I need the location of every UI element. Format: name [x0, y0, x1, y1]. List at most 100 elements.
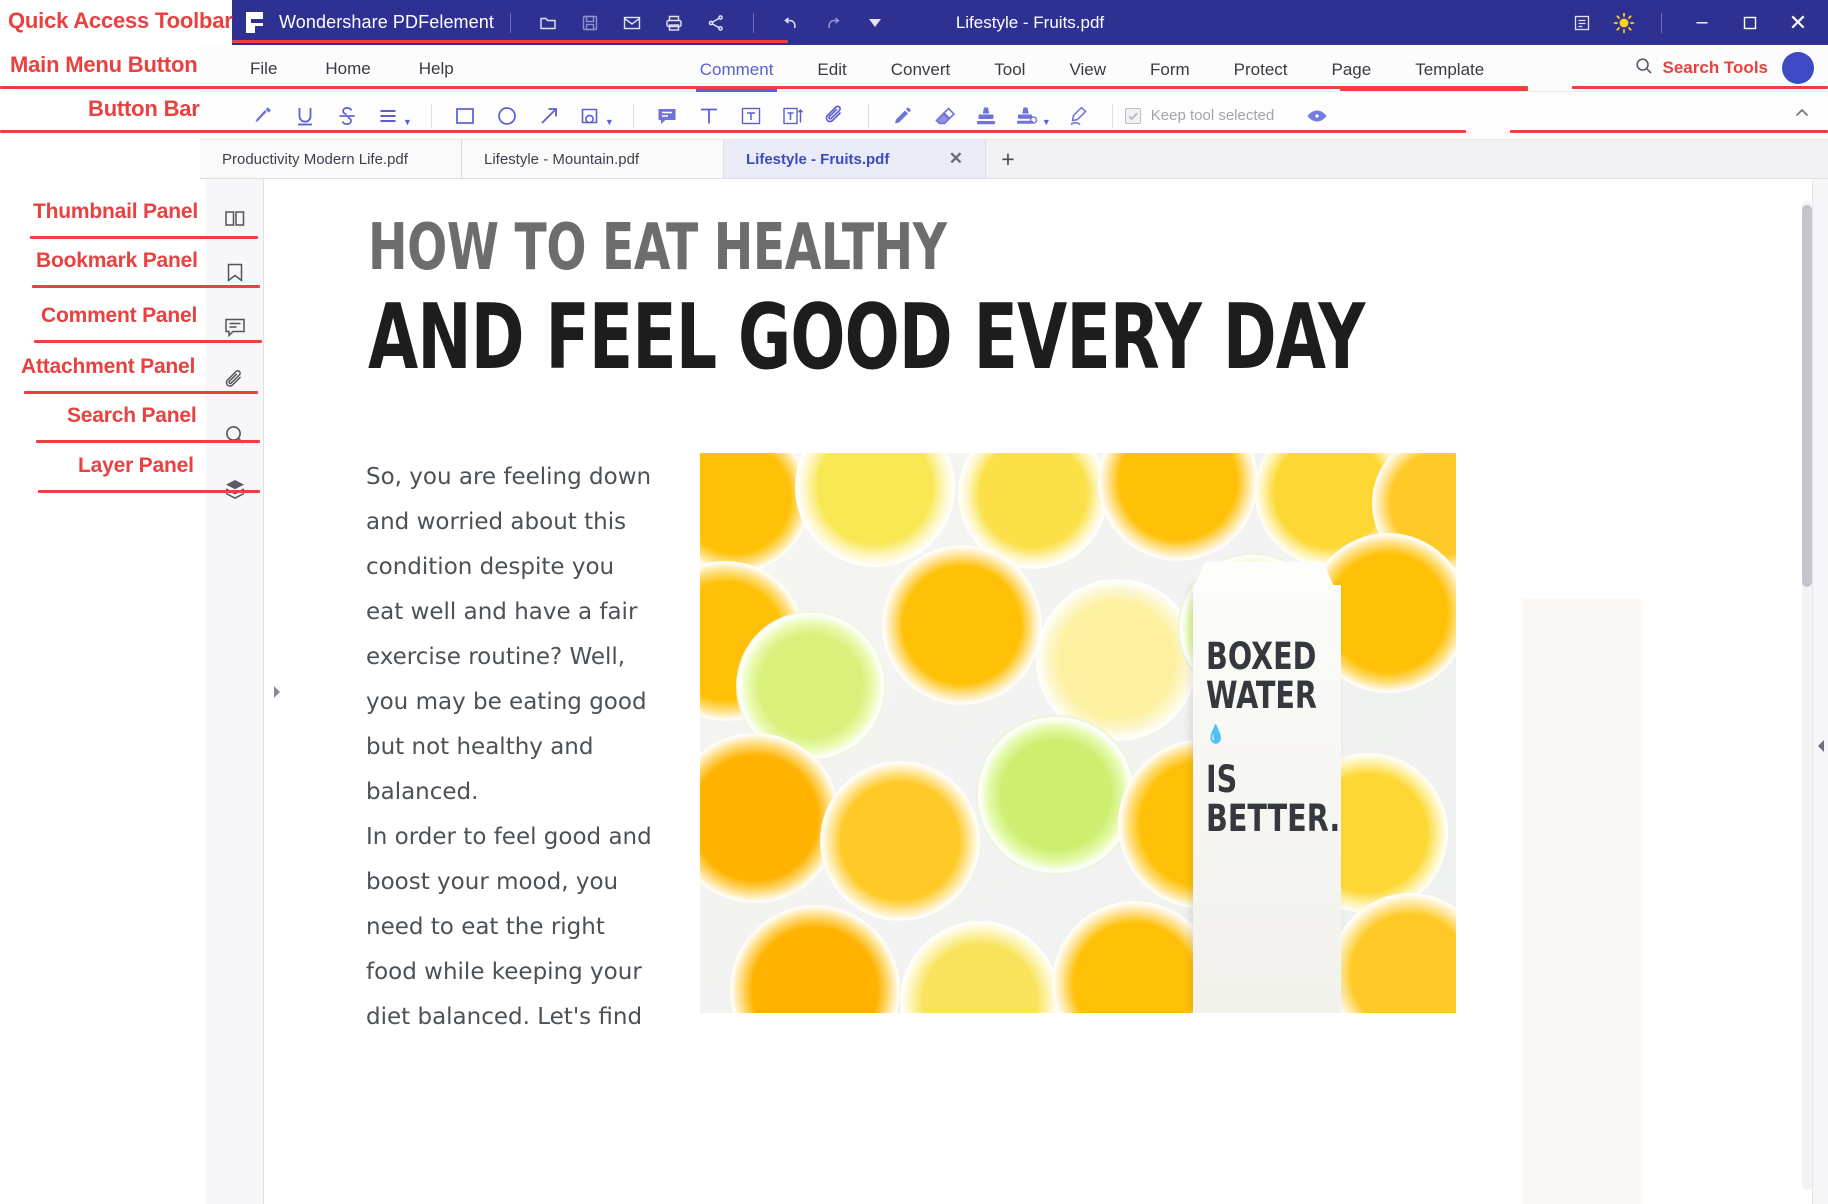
- annotation-quick-access-toolbar: Quick Access Toolbar: [8, 8, 233, 33]
- pdf-page: HOW TO EAT HEALTHY AND FEEL GOOD EVERY D…: [290, 179, 1520, 1204]
- close-icon[interactable]: ✕: [923, 149, 963, 169]
- carton-line-3: IS: [1206, 758, 1238, 802]
- annotation-bookmark-panel: Bookmark Panel: [36, 249, 198, 272]
- document-paragraph-2: In order to feel good and boost your moo…: [366, 824, 652, 1030]
- app-name-label: Wondershare PDFelement: [279, 12, 494, 32]
- annotation-layer-panel: Layer Panel: [78, 454, 194, 477]
- share-icon[interactable]: [699, 6, 733, 40]
- toolbar-divider-4: [1111, 103, 1113, 128]
- tab-tool[interactable]: Tool: [972, 48, 1047, 92]
- doc-tab-label: Productivity Modern Life.pdf: [222, 150, 408, 168]
- carton-text-block: BOXED WATER💧 IS BETTER.: [1206, 635, 1340, 838]
- search-tools-button[interactable]: Search Tools: [1634, 56, 1769, 81]
- tab-protect[interactable]: Protect: [1212, 48, 1310, 92]
- document-paragraph-1: So, you are feeling down and worried abo…: [366, 464, 652, 805]
- annotation-thumbnail-panel: Thumbnail Panel: [33, 200, 199, 223]
- annotation-underline-qat: [232, 40, 788, 43]
- panel-toggle-icon[interactable]: [1565, 6, 1599, 40]
- search-tools-label: Search Tools: [1662, 58, 1769, 77]
- doc-tab-fruits[interactable]: Lifestyle - Fruits.pdf ✕: [724, 140, 986, 178]
- ribbon-tabs: Comment Edit Convert Tool View Form Prot…: [678, 45, 1506, 92]
- maximize-button[interactable]: [1726, 0, 1774, 45]
- avatar[interactable]: g: [1782, 52, 1814, 84]
- menu-item-file[interactable]: File: [226, 45, 301, 92]
- menu-item-help[interactable]: Help: [395, 45, 478, 92]
- new-tab-button[interactable]: +: [986, 140, 1030, 178]
- toolbar-divider-2: [632, 103, 634, 128]
- tab-template[interactable]: Template: [1393, 48, 1506, 92]
- keep-tool-selected-label: Keep tool selected: [1150, 107, 1275, 124]
- carton-line-2: WATER💧: [1206, 674, 1317, 745]
- tab-comment[interactable]: Comment: [678, 48, 796, 92]
- search-icon: [1634, 56, 1654, 81]
- annotation-underline-buttonbar-right: [1510, 130, 1828, 133]
- undo-icon[interactable]: [774, 6, 808, 40]
- titlebar-divider-1: [509, 12, 511, 33]
- save-icon[interactable]: [573, 6, 607, 40]
- titlebar-divider-3: [1661, 12, 1662, 33]
- open-folder-icon[interactable]: [531, 6, 565, 40]
- annotation-underline-search-tools: [1340, 88, 1528, 91]
- print-icon[interactable]: [657, 6, 691, 40]
- annotation-search-panel: Search Panel: [67, 404, 197, 427]
- panel-splitter-handle[interactable]: [264, 179, 290, 1204]
- tab-convert[interactable]: Convert: [869, 48, 973, 92]
- annotation-underline-layer: [38, 490, 260, 493]
- expand-right-panel-icon[interactable]: [1816, 739, 1826, 756]
- boxed-water-carton: BOXED WATER💧 IS BETTER.: [1193, 585, 1341, 1013]
- menu-bar: File Home Help Comment Edit Convert Tool…: [200, 45, 1828, 92]
- collapse-ribbon-chevron-icon[interactable]: [1792, 103, 1828, 128]
- chevron-down-icon: ▼: [403, 116, 412, 127]
- minimize-button[interactable]: –: [1678, 0, 1726, 45]
- menu-right-group: Search Tools g: [1634, 52, 1828, 84]
- annotation-underline-menu-right: [1572, 86, 1828, 89]
- tab-view[interactable]: View: [1047, 48, 1128, 92]
- email-icon[interactable]: [615, 6, 649, 40]
- annotation-underline-buttonbar: [0, 130, 1466, 133]
- title-bar: Wondershare PDFelement Lifestyle - Fruit…: [232, 0, 1828, 45]
- toolbar-divider-1: [430, 103, 432, 128]
- menu-left-group: File Home Help: [226, 45, 478, 92]
- carton-line-1: BOXED: [1206, 635, 1317, 678]
- annotation-underline-menu: [0, 86, 1528, 89]
- wondershare-logo-icon: [246, 11, 268, 34]
- document-heading-line1: HOW TO EAT HEALTHY: [368, 211, 947, 285]
- pdfelement-window: Wondershare PDFelement Lifestyle - Fruit…: [0, 0, 1828, 1204]
- annotation-comment-panel: Comment Panel: [41, 304, 198, 327]
- menu-item-home[interactable]: Home: [301, 45, 394, 92]
- chevron-down-icon: ▼: [1041, 116, 1051, 127]
- toolbar-divider-3: [867, 103, 869, 128]
- annotation-underline-search: [36, 440, 260, 443]
- keep-tool-selected-checkbox[interactable]: Keep tool selected: [1124, 107, 1275, 124]
- titlebar-divider-2: [752, 12, 754, 33]
- document-view[interactable]: HOW TO EAT HEALTHY AND FEEL GOOD EVERY D…: [290, 179, 1828, 1204]
- left-panel-rail: [206, 179, 264, 1204]
- document-tab-strip: Productivity Modern Life.pdf Lifestyle -…: [200, 140, 1828, 179]
- fruit-slices-photo: BOXED WATER💧 IS BETTER.: [700, 453, 1456, 1013]
- theme-sun-icon[interactable]: [1607, 6, 1641, 40]
- vertical-scrollbar[interactable]: [1802, 201, 1812, 1190]
- redo-icon[interactable]: [816, 6, 850, 40]
- annotation-underline-bookmark: [32, 285, 260, 288]
- tab-form[interactable]: Form: [1128, 48, 1212, 92]
- tab-edit[interactable]: Edit: [795, 48, 868, 92]
- tab-page[interactable]: Page: [1310, 48, 1394, 92]
- right-panel-rail[interactable]: [1812, 179, 1828, 1204]
- scrollbar-thumb[interactable]: [1802, 205, 1812, 587]
- annotation-attachment-panel: Attachment Panel: [21, 355, 196, 378]
- annotation-underline-attachment: [24, 391, 258, 394]
- annotation-underline-thumbnail: [30, 236, 258, 239]
- search-panel-icon[interactable]: [214, 417, 256, 453]
- close-button[interactable]: ✕: [1774, 0, 1822, 45]
- doc-tab-label: Lifestyle - Mountain.pdf: [484, 150, 640, 168]
- thumbnail-panel-icon[interactable]: [214, 201, 256, 237]
- chevron-down-icon: ▼: [604, 116, 614, 127]
- document-heading-line2: AND FEEL GOOD EVERY DAY: [368, 285, 1365, 390]
- annotation-main-menu-button: Main Menu Button: [10, 52, 198, 77]
- document-body-text: So, you are feeling down and worried abo…: [366, 455, 656, 1040]
- doc-tab-productivity[interactable]: Productivity Modern Life.pdf: [200, 140, 462, 178]
- annotation-underline-comment: [34, 340, 262, 343]
- layer-panel-icon[interactable]: [214, 471, 256, 507]
- doc-tab-mountain[interactable]: Lifestyle - Mountain.pdf: [462, 140, 724, 178]
- customize-dropdown-icon[interactable]: [858, 6, 892, 40]
